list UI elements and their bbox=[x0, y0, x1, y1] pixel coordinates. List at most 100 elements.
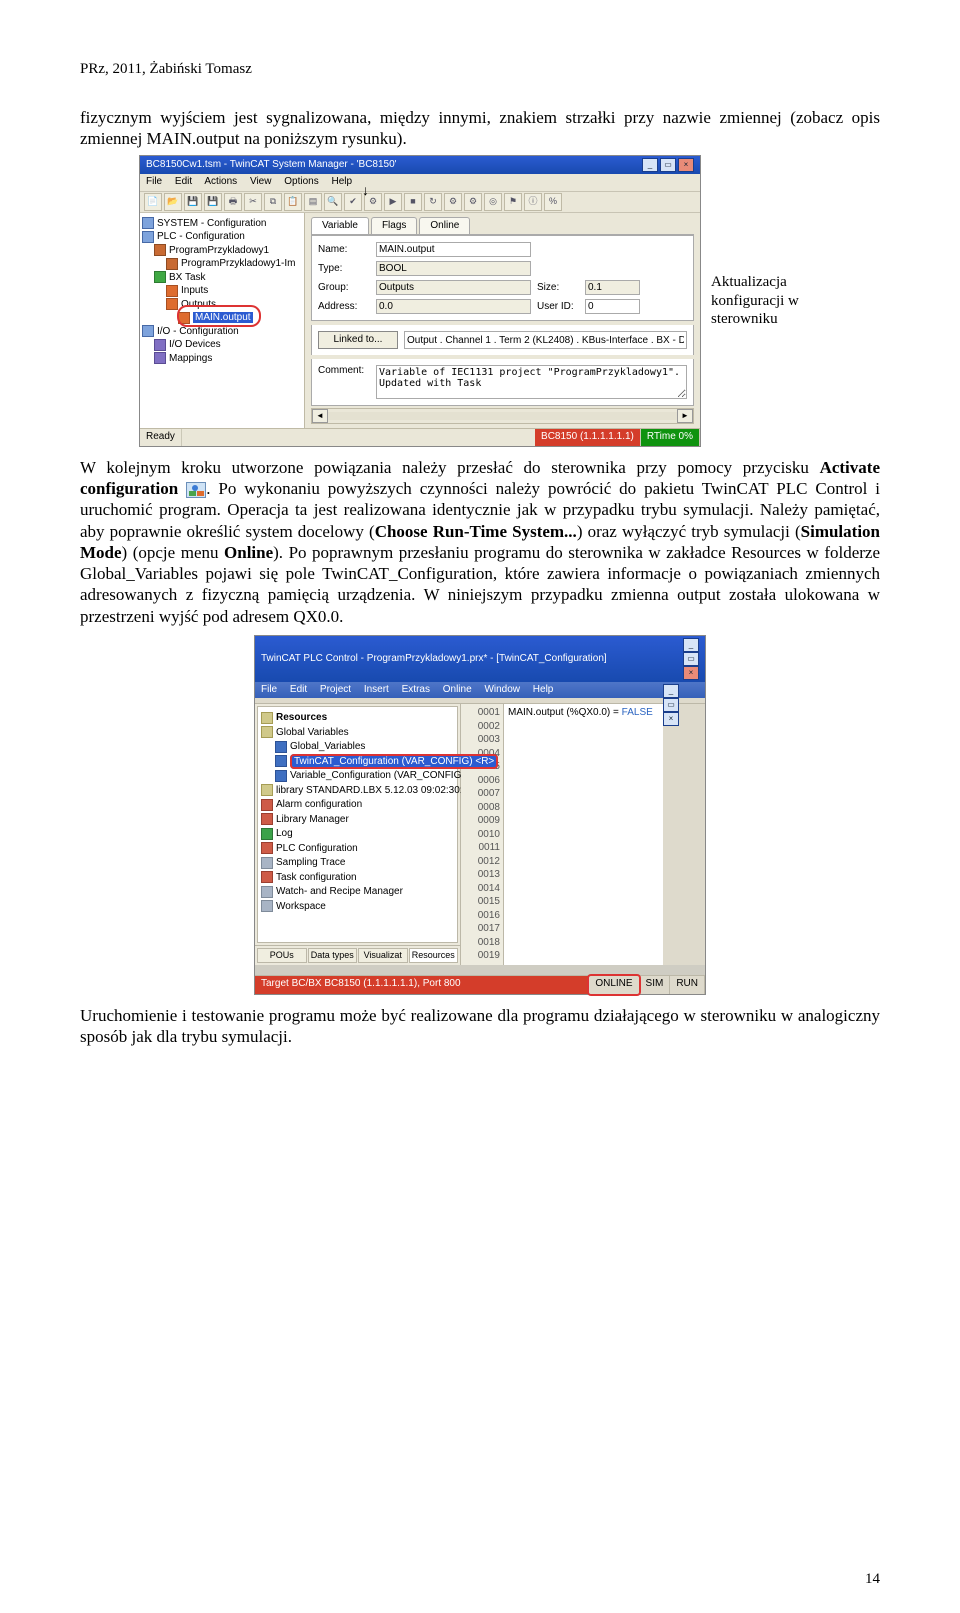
resources-root[interactable]: Resources bbox=[276, 712, 327, 723]
tree-program1-im[interactable]: ProgramPrzykladowy1-Im bbox=[181, 258, 295, 269]
tab-flags[interactable]: Flags bbox=[371, 217, 417, 235]
tree-plc-configuration[interactable]: PLC Configuration bbox=[276, 843, 358, 854]
tab-variable[interactable]: Variable bbox=[311, 217, 369, 235]
activate-config-icon[interactable]: ⚙↓ bbox=[364, 193, 382, 211]
tree-sampling-trace[interactable]: Sampling Trace bbox=[276, 857, 345, 868]
find-icon[interactable]: 🔍 bbox=[324, 193, 342, 211]
tree-outputs[interactable]: Outputs bbox=[181, 299, 216, 310]
menu-project[interactable]: Project bbox=[320, 684, 351, 695]
tree-program1[interactable]: ProgramPrzykladowy1 bbox=[169, 245, 269, 256]
input-type bbox=[376, 261, 531, 276]
menu-help[interactable]: Help bbox=[331, 176, 352, 187]
save-all-icon[interactable]: 💾 bbox=[204, 193, 222, 211]
menu-view[interactable]: View bbox=[250, 176, 272, 187]
tree-log[interactable]: Log bbox=[276, 828, 293, 839]
nav-icon[interactable]: ▤ bbox=[304, 193, 322, 211]
tree-plc-config[interactable]: PLC - Configuration bbox=[157, 231, 245, 242]
screenshot-2-wrapper: TwinCAT PLC Control - ProgramPrzykladowy… bbox=[80, 635, 880, 995]
print-icon[interactable]: 🖶 bbox=[224, 193, 242, 211]
activate-configuration-icon bbox=[186, 482, 206, 498]
menu-options[interactable]: Options bbox=[284, 176, 318, 187]
resources-tree[interactable]: Resources Global Variables Global_Variab… bbox=[257, 706, 458, 942]
maximize-icon[interactable]: ▭ bbox=[660, 158, 676, 172]
tree-global-variables[interactable]: Global_Variables bbox=[290, 741, 365, 752]
tree-io-config[interactable]: I/O - Configuration bbox=[157, 326, 239, 337]
tree-view[interactable]: SYSTEM - Configuration PLC - Configurati… bbox=[140, 213, 305, 429]
flag-icon[interactable]: ⚑ bbox=[504, 193, 522, 211]
check-icon[interactable]: ✔ bbox=[344, 193, 362, 211]
label-userid: User ID: bbox=[537, 301, 579, 314]
maximize-icon[interactable]: ▭ bbox=[683, 652, 699, 666]
input-userid[interactable] bbox=[585, 299, 640, 314]
child-restore-icon[interactable]: ▭ bbox=[663, 698, 679, 712]
code-editor[interactable]: MAIN.output (%QX0.0) = FALSE bbox=[504, 704, 663, 965]
input-comment[interactable]: Variable of IEC1131 project "ProgramPrzy… bbox=[376, 365, 687, 399]
run-icon[interactable]: ▶ bbox=[384, 193, 402, 211]
menu-insert[interactable]: Insert bbox=[364, 684, 389, 695]
menu-file[interactable]: File bbox=[146, 176, 162, 187]
label-address: Address: bbox=[318, 301, 370, 314]
tree-bx-task[interactable]: BX Task bbox=[169, 272, 206, 283]
tree-system-config[interactable]: SYSTEM - Configuration bbox=[157, 218, 267, 229]
tree-variable-configuration[interactable]: Variable_Configuration (VAR_CONFIG) bbox=[290, 770, 465, 781]
menu-file[interactable]: File bbox=[261, 684, 277, 695]
target-icon[interactable]: ◎ bbox=[484, 193, 502, 211]
scroll-right-icon[interactable]: ► bbox=[677, 409, 693, 423]
input-address bbox=[376, 299, 531, 314]
percent-icon[interactable]: % bbox=[544, 193, 562, 211]
stop-icon[interactable]: ■ bbox=[404, 193, 422, 211]
tree-task-config[interactable]: Task configuration bbox=[276, 872, 357, 883]
tree-watch-recipe[interactable]: Watch- and Recipe Manager bbox=[276, 886, 403, 897]
tree-main-output[interactable]: MAIN.output bbox=[193, 312, 253, 323]
menu-help[interactable]: Help bbox=[533, 684, 554, 695]
tab-pous[interactable]: POUs bbox=[257, 948, 307, 963]
tree-workspace[interactable]: Workspace bbox=[276, 901, 326, 912]
twincat-plc-control-window: TwinCAT PLC Control - ProgramPrzykladowy… bbox=[254, 635, 706, 995]
child-minimize-icon[interactable]: _ bbox=[663, 684, 679, 698]
horizontal-scrollbar[interactable]: ◄ ► bbox=[311, 408, 694, 424]
linked-to-button[interactable]: Linked to... bbox=[318, 331, 398, 349]
input-name[interactable] bbox=[376, 242, 531, 257]
minimize-icon[interactable]: _ bbox=[642, 158, 658, 172]
menu-actions[interactable]: Actions bbox=[204, 176, 237, 187]
paste-icon[interactable]: 📋 bbox=[284, 193, 302, 211]
menu-edit[interactable]: Edit bbox=[290, 684, 307, 695]
menu-bar[interactable]: File Edit Actions View Options Help bbox=[140, 174, 700, 192]
menu-window[interactable]: Window bbox=[484, 684, 520, 695]
gear-icon[interactable]: ⚙ bbox=[444, 193, 462, 211]
tab-visualization[interactable]: Visualizat bbox=[358, 948, 408, 963]
copy-icon[interactable]: ⧉ bbox=[264, 193, 282, 211]
tree-inputs[interactable]: Inputs bbox=[181, 285, 208, 296]
close-icon[interactable]: × bbox=[683, 666, 699, 680]
tab-resources[interactable]: Resources bbox=[409, 948, 459, 963]
new-icon[interactable]: 📄 bbox=[144, 193, 162, 211]
info-icon[interactable]: ⓘ bbox=[524, 193, 542, 211]
menu-extras[interactable]: Extras bbox=[402, 684, 430, 695]
child-close-icon[interactable]: × bbox=[663, 712, 679, 726]
reload-icon[interactable]: ↻ bbox=[424, 193, 442, 211]
close-icon[interactable]: × bbox=[678, 158, 694, 172]
cut-icon[interactable]: ✂ bbox=[244, 193, 262, 211]
minimize-icon[interactable]: _ bbox=[683, 638, 699, 652]
para-3: Uruchomienie i testowanie programu może … bbox=[80, 1005, 880, 1048]
open-icon[interactable]: 📂 bbox=[164, 193, 182, 211]
input-group bbox=[376, 280, 531, 295]
tree-alarm-config[interactable]: Alarm configuration bbox=[276, 799, 362, 810]
tree-mappings[interactable]: Mappings bbox=[169, 353, 212, 364]
menu-edit[interactable]: Edit bbox=[175, 176, 192, 187]
status-bar: Target BC/BX BC8150 (1.1.1.1.1.1), Port … bbox=[255, 975, 705, 994]
scroll-left-icon[interactable]: ◄ bbox=[312, 409, 328, 423]
gear2-icon[interactable]: ⚙ bbox=[464, 193, 482, 211]
tree-global-variables-folder[interactable]: Global Variables bbox=[276, 727, 349, 738]
save-icon[interactable]: 💾 bbox=[184, 193, 202, 211]
tree-twincat-configuration[interactable]: TwinCAT_Configuration (VAR_CONFIG) <R> bbox=[290, 754, 498, 769]
tab-data-types[interactable]: Data types bbox=[308, 948, 358, 963]
tree-library-manager[interactable]: Library Manager bbox=[276, 814, 349, 825]
menu-online[interactable]: Online bbox=[443, 684, 472, 695]
menu-bar[interactable]: File Edit Project Insert Extras Online W… bbox=[255, 682, 705, 699]
variable-tabs: Variable Flags Online bbox=[311, 217, 694, 236]
twincat-system-manager-window: BC8150Cw1.tsm - TwinCAT System Manager -… bbox=[139, 155, 701, 447]
tree-io-devices[interactable]: I/O Devices bbox=[169, 339, 221, 350]
label-group: Group: bbox=[318, 282, 370, 295]
tab-online[interactable]: Online bbox=[419, 217, 470, 235]
